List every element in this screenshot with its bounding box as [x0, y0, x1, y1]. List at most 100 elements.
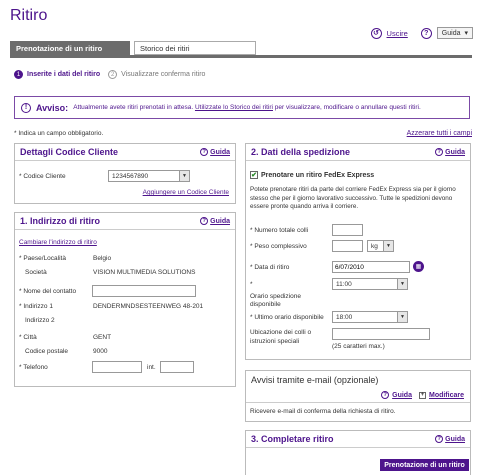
address1-value: DENDERMNDSESTEENWEG 48-201 — [93, 303, 204, 310]
notice-text-2: per visualizzare, modificare o annullare… — [274, 104, 421, 111]
complete-help[interactable]: ? Guida — [435, 435, 465, 443]
step-1-label: Inserite i dati del ritiro — [27, 71, 101, 78]
help-icon: ? — [435, 148, 444, 156]
logout-icon[interactable]: ↺ — [370, 27, 382, 39]
customer-help-label[interactable]: Guida — [210, 149, 230, 156]
notice-label: Avviso: — [36, 102, 69, 113]
express-description: Potete prenotare ritiri da parte del cor… — [250, 186, 456, 210]
help-dropdown-label: Guida — [441, 29, 461, 37]
help-icon: ? — [200, 217, 209, 225]
add-customer-code-link[interactable]: Aggiungere un Codice Cliente — [143, 189, 229, 196]
shipment-help-label[interactable]: Guida — [445, 149, 465, 156]
chevron-down-icon: ▾ — [464, 30, 468, 37]
ready-time-asterisk: * — [250, 281, 253, 288]
calendar-icon[interactable]: ▦ — [413, 261, 424, 272]
company-value: VISION MULTIMEDIA SOLUTIONS — [93, 269, 196, 276]
location-input[interactable] — [332, 328, 430, 340]
location-hint: (25 caratteri max.) — [332, 343, 385, 350]
step-indicator: 1 Inserite i dati del ritiro 2 Visualizz… — [14, 70, 205, 79]
pickup-address-title: 1. Indirizzo di ritiro — [20, 216, 101, 226]
notice-banner: ! Avviso: Attualmente avete ritiri preno… — [14, 96, 470, 119]
history-link[interactable]: Utilizzate lo Storico dei ritiri — [195, 104, 273, 111]
express-option[interactable]: ✔ Prenotare un ritiro FedEx Express — [250, 171, 374, 179]
help-icon: ? — [435, 435, 444, 443]
address-help[interactable]: ? Guida — [200, 217, 230, 225]
country-label: * Paese/Località — [19, 255, 66, 262]
location-label: Ubicazione dei colli o istruzioni specia… — [250, 329, 312, 345]
email-actions: ? Guida + Modificare — [381, 391, 464, 399]
company-label: Società — [25, 269, 47, 276]
email-notifications-panel: Avvisi tramite e-mail (opzionale) ? Guid… — [245, 370, 471, 422]
complete-help-label[interactable]: Guida — [445, 436, 465, 443]
change-address-link[interactable]: Cambiare l'indirizzo di ritiro — [19, 239, 97, 246]
chevron-down-icon: ▼ — [397, 312, 407, 322]
notice-text: Attualmente avete ritiri prenotati in at… — [73, 104, 421, 111]
customer-code-panel: Dettagli Codice Cliente ? Guida * Codice … — [14, 143, 236, 204]
alert-icon: ! — [21, 102, 31, 113]
help-icon: ? — [381, 391, 390, 399]
help-icon: ? — [200, 148, 209, 156]
extension-input[interactable] — [160, 361, 194, 373]
notice-text-1: Attualmente avete ritiri prenotati in at… — [73, 104, 194, 111]
top-toolbar: ↺ Uscire ? Guida ▾ — [370, 27, 473, 39]
pickup-address-panel: 1. Indirizzo di ritiro ? Guida Cambiare l… — [14, 212, 236, 387]
customer-code-select[interactable]: 1234567890 ▼ — [108, 170, 190, 182]
city-label: * Città — [19, 334, 37, 341]
packages-label: * Numero totale colli — [250, 227, 309, 234]
postal-label: Codice postale — [25, 348, 68, 355]
address1-label: * Indirizzo 1 — [19, 303, 53, 310]
book-pickup-button[interactable]: Prenotazione di un ritiro — [380, 459, 469, 471]
step-2-number: 2 — [108, 70, 118, 79]
tab-pickup-history[interactable]: Storico dei ritiri — [134, 41, 256, 55]
contact-label: * Nome del contatto — [19, 288, 77, 295]
chevron-down-icon: ▼ — [397, 279, 407, 289]
tab-divider — [10, 55, 472, 58]
ready-time-value: 11:00 — [336, 280, 352, 288]
page-title: Ritiro — [10, 7, 48, 24]
clear-all-link[interactable]: Azzerare tutti i campi — [407, 130, 472, 137]
help-dropdown[interactable]: Guida ▾ — [436, 27, 473, 39]
postal-value: 9000 — [93, 348, 108, 355]
complete-title: 3. Completare ritiro — [251, 434, 334, 444]
date-label: * Data di ritiro — [250, 264, 290, 271]
weight-label: * Peso complessivo — [250, 243, 307, 250]
address-help-label[interactable]: Guida — [210, 218, 230, 225]
phone-input[interactable] — [92, 361, 142, 373]
email-modify-link[interactable]: Modificare — [429, 392, 464, 399]
email-help-link[interactable]: Guida — [392, 392, 412, 399]
chevron-down-icon: ▼ — [179, 171, 189, 181]
tab-book-pickup[interactable]: Prenotazione di un ritiro — [10, 41, 130, 55]
customer-code-label: * Codice Cliente — [19, 173, 66, 180]
address2-label: Indirizzo 2 — [25, 317, 55, 324]
tab-bar: Prenotazione di un ritiro Storico dei ri… — [10, 41, 256, 55]
weight-input[interactable] — [332, 240, 363, 252]
last-time-select[interactable]: 18:00 ▼ — [332, 311, 408, 323]
last-time-label: * Ultimo orario disponibile — [250, 314, 324, 321]
step-1-number: 1 — [14, 70, 23, 79]
check-icon[interactable]: ✔ — [250, 171, 258, 179]
last-time-value: 18:00 — [336, 313, 353, 321]
weight-unit-select[interactable]: kg ▼ — [367, 240, 394, 252]
help-icon[interactable]: ? — [420, 27, 432, 39]
email-title: Avvisi tramite e-mail (opzionale) — [251, 374, 379, 385]
expand-icon[interactable]: + — [418, 391, 426, 399]
contact-name-input[interactable] — [92, 285, 196, 297]
customer-code-title: Dettagli Codice Cliente — [20, 147, 119, 157]
required-note: * Indica un campo obbligatorio. — [14, 130, 104, 137]
packages-input[interactable] — [332, 224, 363, 236]
express-label: Prenotare un ritiro FedEx Express — [261, 171, 375, 179]
city-value: GENT — [93, 334, 112, 341]
extension-label: int. — [147, 364, 156, 371]
logout-link[interactable]: Uscire — [387, 29, 408, 38]
step-2-label: Visualizzare conferma ritiro — [121, 71, 206, 78]
email-divider — [246, 402, 470, 403]
pickup-date-input[interactable] — [332, 261, 410, 273]
weight-unit-value: kg — [371, 242, 378, 250]
shipment-help[interactable]: ? Guida — [435, 148, 465, 156]
phone-label: * Telefono — [19, 364, 48, 371]
email-text: Ricevere e-mail di conferma della richie… — [250, 408, 396, 415]
shipment-title: 2. Dati della spedizione — [251, 147, 351, 157]
customer-help[interactable]: ? Guida — [200, 148, 230, 156]
ready-time-select[interactable]: 11:00 ▼ — [332, 278, 408, 290]
country-value: Belgio — [93, 255, 112, 262]
